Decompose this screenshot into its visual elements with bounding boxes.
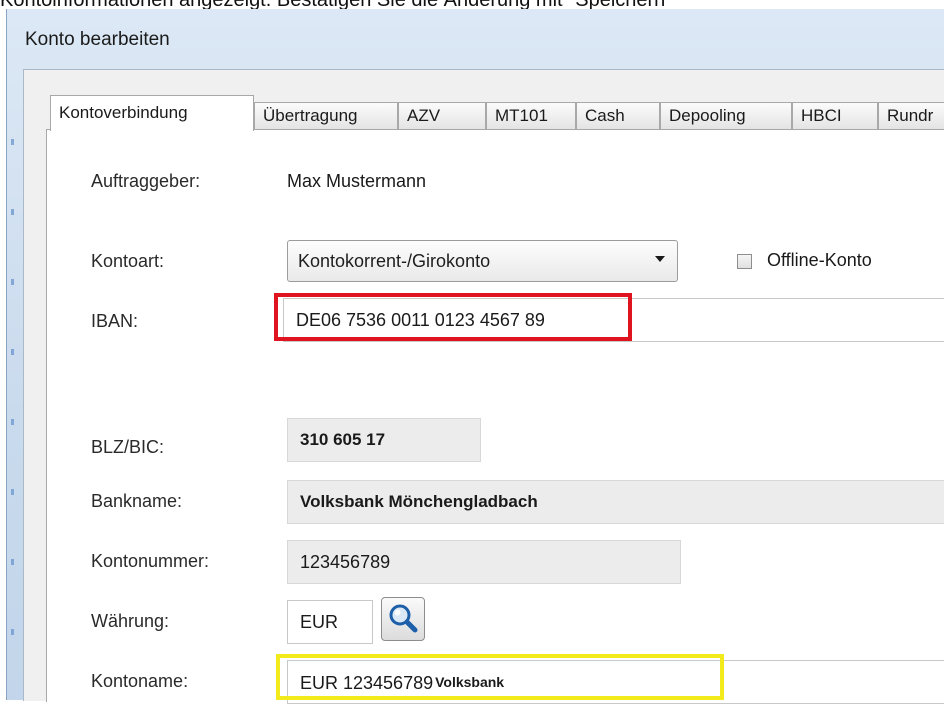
kontoart-selected-value: Kontokorrent-/Girokonto [298,251,491,271]
tab-cash[interactable]: Cash [576,102,660,129]
border-decoration [11,139,14,145]
offline-konto-label: Offline-Konto [767,250,872,270]
window-title: Konto bearbeiten [25,29,170,50]
tab-kontoverbindung[interactable]: Kontoverbindung [50,95,254,131]
kontoart-label: Kontoart: [91,251,165,271]
kontoart-select[interactable]: Kontokorrent-/Girokonto [287,240,678,282]
magnifier-icon [389,604,418,633]
iban-label: IBAN: [91,311,139,331]
kontoname-highlight-frame [276,654,724,700]
dialog-body: Kontoverbindung Übertragung AZV MT101 Ca… [23,69,944,704]
border-decoration [11,349,14,355]
border-decoration [11,559,14,565]
tab-mt101[interactable]: MT101 [486,102,576,129]
border-decoration [11,209,14,215]
border-decoration [11,419,14,425]
border-decoration [11,629,14,635]
dialog-window: Konto bearbeiten Kontoverbindung Übertra… [6,9,944,704]
kontoname-label: Kontoname: [91,671,189,691]
auftraggeber-label: Auftraggeber: [91,171,201,191]
blz-bic-label: BLZ/BIC: [91,437,165,457]
tab-uebertragung[interactable]: Übertragung [254,102,398,129]
offline-konto-checkbox[interactable] [737,254,752,269]
iban-highlight-frame [274,293,632,341]
page-caption: Kontoinformationen angezeigt. Bestätigen… [0,0,944,9]
tab-azv[interactable]: AZV [398,102,486,129]
bankname-field: Volksbank Mönchengladbach [287,480,944,524]
blz-bic-field: 310 605 17 [287,418,481,462]
border-decoration [11,489,14,495]
kontonummer-field: 123456789 [287,540,681,584]
auftraggeber-value: Max Mustermann [287,171,427,191]
waehrung-label: Währung: [91,611,170,631]
waehrung-input[interactable]: EUR [287,600,373,644]
tab-rundr[interactable]: Rundr [878,102,944,129]
tab-panel-kontoverbindung: Auftraggeber: Max Mustermann Kontoart: K… [46,129,944,704]
bankname-label: Bankname: [91,491,183,511]
chevron-down-icon [655,256,665,262]
kontonummer-label: Kontonummer: [91,551,210,571]
waehrung-search-button[interactable] [381,597,425,641]
tab-strip: Kontoverbindung Übertragung AZV MT101 Ca… [50,95,944,131]
border-decoration [11,279,14,285]
tab-hbci[interactable]: HBCI [792,102,878,129]
tab-depooling[interactable]: Depooling [660,102,792,129]
